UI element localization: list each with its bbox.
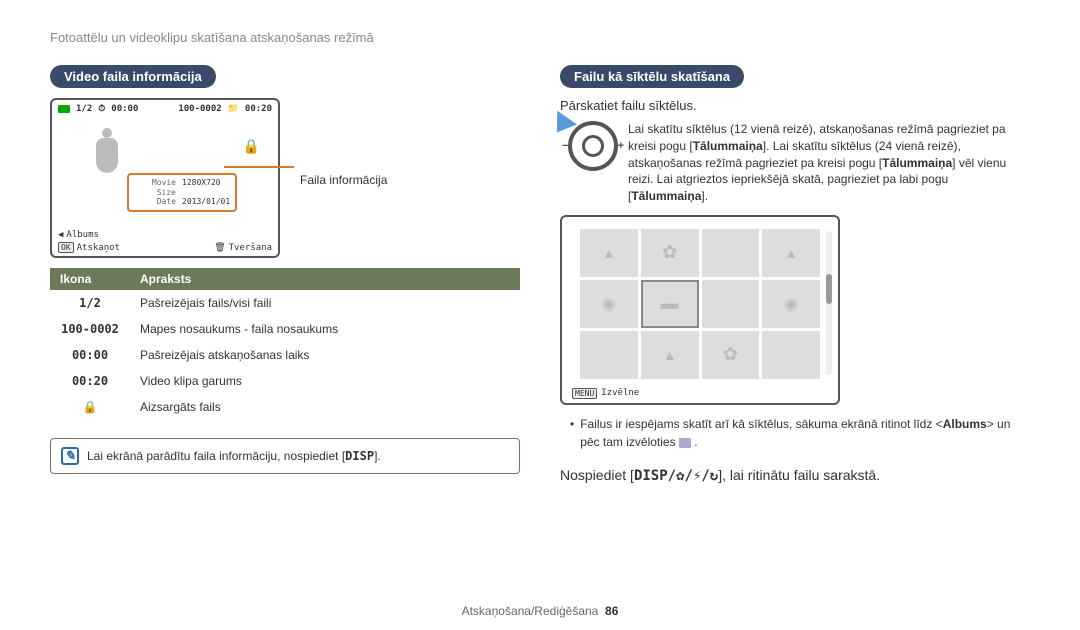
capture-label: Tveršana — [229, 243, 272, 253]
table-row: 100-0002 Mapes nosaukums - faila nosauku… — [50, 316, 520, 342]
dial-plus-icon: + — [618, 140, 624, 152]
thumbnail — [702, 331, 760, 379]
menu-label: Izvēlne — [601, 388, 639, 398]
right-column: Failu kā sīktēlu skatīšana Pārskatiet fa… — [560, 65, 1030, 484]
thumbnail — [580, 331, 638, 379]
thumbnail — [641, 331, 699, 379]
thumbnail-grid — [580, 229, 820, 379]
th-desc: Apraksts — [130, 268, 520, 290]
dancer-silhouette — [92, 128, 122, 183]
icon-cell: 100-0002 — [50, 316, 130, 342]
desc-cell: Video klipa garums — [130, 368, 520, 394]
video-icon — [58, 105, 70, 113]
table-row: 00:20 Video klipa garums — [50, 368, 520, 394]
thumbnail — [702, 280, 760, 328]
dial-minus-icon: − — [562, 140, 568, 152]
th-icon: Ikona — [50, 268, 130, 290]
section-title-right: Failu kā sīktēlu skatīšana — [560, 65, 744, 88]
time-current: 00:00 — [111, 104, 138, 114]
movie-size-label: Movie Size — [134, 178, 176, 197]
thumbnail-selected — [641, 280, 699, 328]
thumbnail — [580, 229, 638, 277]
thumbnail-screen: MENU Izvēlne — [560, 215, 840, 405]
thumbnail — [762, 280, 820, 328]
folder-file: 100-0002 — [178, 104, 221, 114]
time-total: 00:20 — [245, 104, 272, 114]
bullet-note: • Failus ir iespējams skatīt arī kā sīkt… — [570, 415, 1030, 451]
desc-cell: Pašreizējais fails/visi faili — [130, 290, 520, 316]
section-title-left: Video faila informācija — [50, 65, 216, 88]
play-label: Atskaņot — [77, 243, 120, 253]
folder-icon: 📁 — [228, 104, 239, 114]
info-callout-label: Faila informācija — [300, 173, 387, 187]
dial-row: − + Lai skatītu sīktēlus (12 vienā reizē… — [560, 121, 1030, 205]
callout-line — [224, 166, 294, 168]
desc-cell: Mapes nosaukums - faila nosaukums — [130, 316, 520, 342]
table-row: 00:00 Pašreizējais atskaņošanas laiks — [50, 342, 520, 368]
thumbnail — [580, 280, 638, 328]
thumbnail — [702, 229, 760, 277]
bullet-icon: • — [570, 415, 574, 451]
page-header: Fotoattēlu un videoklipu skatīšana atska… — [50, 30, 1030, 45]
screen-bottombar: ◀ Albums OK Atskaņot 🗑 Tveršana — [52, 227, 278, 256]
footer-label: Atskaņošana/Rediģēšana — [462, 604, 599, 618]
file-index: 1/2 — [76, 104, 92, 114]
icon-cell: 1/2 — [50, 290, 130, 316]
thumbnail — [641, 229, 699, 277]
movie-size-value: 1280X720 — [182, 178, 221, 197]
thumbnail-scrollbar — [826, 231, 832, 375]
date-label: Date — [134, 197, 176, 207]
albums-label: Albums — [66, 230, 99, 240]
table-row: 🔒 Aizsargāts fails — [50, 394, 520, 420]
thumb-bottom-bar: MENU Izvēlne — [572, 388, 639, 399]
date-value: 2013/01/01 — [182, 197, 230, 207]
icon-cell: 🔒 — [50, 394, 130, 420]
thumbnail — [762, 229, 820, 277]
note-icon: ✎ — [61, 447, 79, 465]
dial-description: Lai skatītu sīktēlus (12 vienā reizē), a… — [628, 121, 1030, 205]
icon-cell: 00:00 — [50, 342, 130, 368]
zoom-dial-icon: − + — [568, 121, 618, 171]
screen-topbar: 1/2 ⏱ 00:00 100-0002 📁 00:20 — [52, 100, 278, 118]
ok-key-icon: OK — [58, 242, 74, 253]
lock-icon: 🔒 — [243, 138, 260, 155]
nav-buttons-icons: DISP/✿/⚡/↻ — [634, 468, 718, 484]
camera-screen-wrap: 1/2 ⏱ 00:00 100-0002 📁 00:20 🔒 — [50, 98, 520, 258]
bullet-text: Failus ir iespējams skatīt arī kā sīktēl… — [580, 415, 1030, 451]
table-row: 1/2 Pašreizējais fails/visi faili — [50, 290, 520, 316]
screen-body: 🔒 Movie Size 1280X720 Date 2013/01/01 — [52, 118, 278, 208]
menu-key-icon: MENU — [572, 388, 597, 399]
thumbnail-inline-icon — [679, 438, 691, 448]
icon-description-table: Ikona Apraksts 1/2 Pašreizējais fails/vi… — [50, 268, 520, 420]
left-column: Video faila informācija 1/2 ⏱ 00:00 100-… — [50, 65, 520, 484]
final-instruction: Nospiediet [DISP/✿/⚡/↻], lai ritinātu fa… — [560, 467, 1030, 484]
info-popup: Movie Size 1280X720 Date 2013/01/01 — [127, 173, 237, 212]
right-intro: Pārskatiet failu sīktēlus. — [560, 98, 1030, 113]
desc-cell: Pašreizējais atskaņošanas laiks — [130, 342, 520, 368]
page-number: 86 — [605, 604, 618, 618]
main-columns: Video faila informācija 1/2 ⏱ 00:00 100-… — [50, 65, 1030, 484]
left-arrow-icon: ◀ — [58, 230, 63, 240]
camera-screen: 1/2 ⏱ 00:00 100-0002 📁 00:20 🔒 — [50, 98, 280, 258]
icon-cell: 00:20 — [50, 368, 130, 394]
trash-icon: 🗑 — [214, 243, 225, 253]
page-footer: Atskaņošana/Rediģēšana 86 — [0, 604, 1080, 618]
clock-icon: ⏱ — [98, 104, 105, 114]
note-text: Lai ekrānā parādītu faila informāciju, n… — [87, 449, 381, 463]
thumbnail — [762, 331, 820, 379]
note-box: ✎ Lai ekrānā parādītu faila informāciju,… — [50, 438, 520, 474]
desc-cell: Aizsargāts fails — [130, 394, 520, 420]
